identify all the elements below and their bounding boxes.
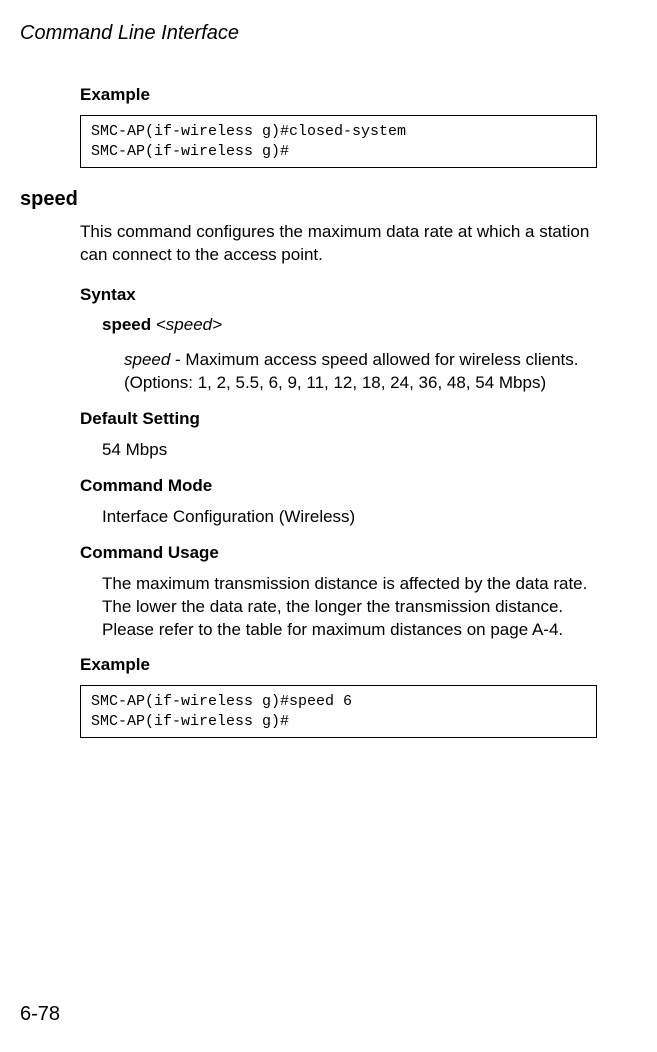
command-description: This command configures the maximum data… (80, 221, 597, 267)
example2-heading: Example (80, 655, 617, 675)
command-name: speed (20, 188, 617, 211)
param-name: speed (124, 350, 170, 369)
default-setting-value: 54 Mbps (102, 439, 597, 462)
command-mode-value: Interface Configuration (Wireless) (102, 506, 597, 529)
example2-code: SMC-AP(if-wireless g)#speed 6 SMC-AP(if-… (80, 685, 597, 738)
default-setting-heading: Default Setting (80, 409, 617, 429)
syntax-keyword: speed (102, 315, 151, 334)
syntax-param-desc: speed - Maximum access speed allowed for… (124, 349, 597, 395)
syntax-heading: Syntax (80, 285, 617, 305)
syntax-line: speed <speed> (102, 315, 617, 335)
command-usage-heading: Command Usage (80, 543, 617, 563)
param-desc-rest: - Maximum access speed allowed for wirel… (124, 350, 578, 392)
page-header: Command Line Interface (20, 22, 617, 45)
example1-code: SMC-AP(if-wireless g)#closed-system SMC-… (80, 115, 597, 168)
command-mode-heading: Command Mode (80, 476, 617, 496)
example1-heading: Example (80, 85, 617, 105)
page-number: 6-78 (20, 1003, 60, 1026)
syntax-param: <speed> (156, 315, 222, 334)
command-usage-value: The maximum transmission distance is aff… (102, 573, 597, 642)
